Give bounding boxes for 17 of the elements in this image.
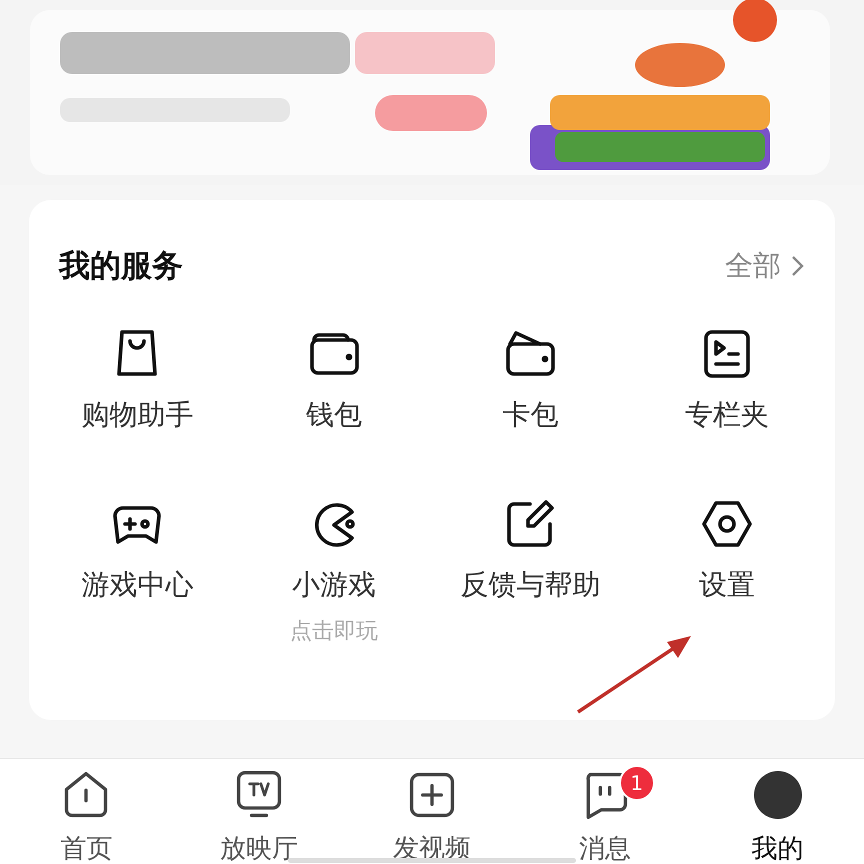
service-item[interactable]: 钱包 [236, 326, 432, 434]
section-title: 我的服务 [59, 247, 183, 286]
tab[interactable]: 放映厅 [172, 759, 346, 864]
service-item[interactable]: 专栏夹 [628, 326, 825, 434]
service-item[interactable]: 小游戏 点击即玩 [236, 496, 432, 646]
service-item[interactable]: 反馈与帮助 [432, 496, 628, 646]
tab[interactable]: 首页 [0, 759, 173, 864]
service-item[interactable]: 卡包 [432, 326, 628, 434]
service-subtitle: 点击即玩 [290, 618, 378, 646]
all-link[interactable]: 全部 [725, 247, 805, 285]
avatar [754, 771, 802, 819]
count-badge: 1 [618, 765, 655, 801]
chevron-icon [791, 255, 805, 277]
service-item[interactable]: 游戏中心 [39, 496, 236, 646]
tab[interactable]: 我的 [691, 759, 864, 864]
service-item[interactable]: 设置 [628, 496, 825, 646]
service-item[interactable]: 购物助手 [39, 326, 236, 434]
